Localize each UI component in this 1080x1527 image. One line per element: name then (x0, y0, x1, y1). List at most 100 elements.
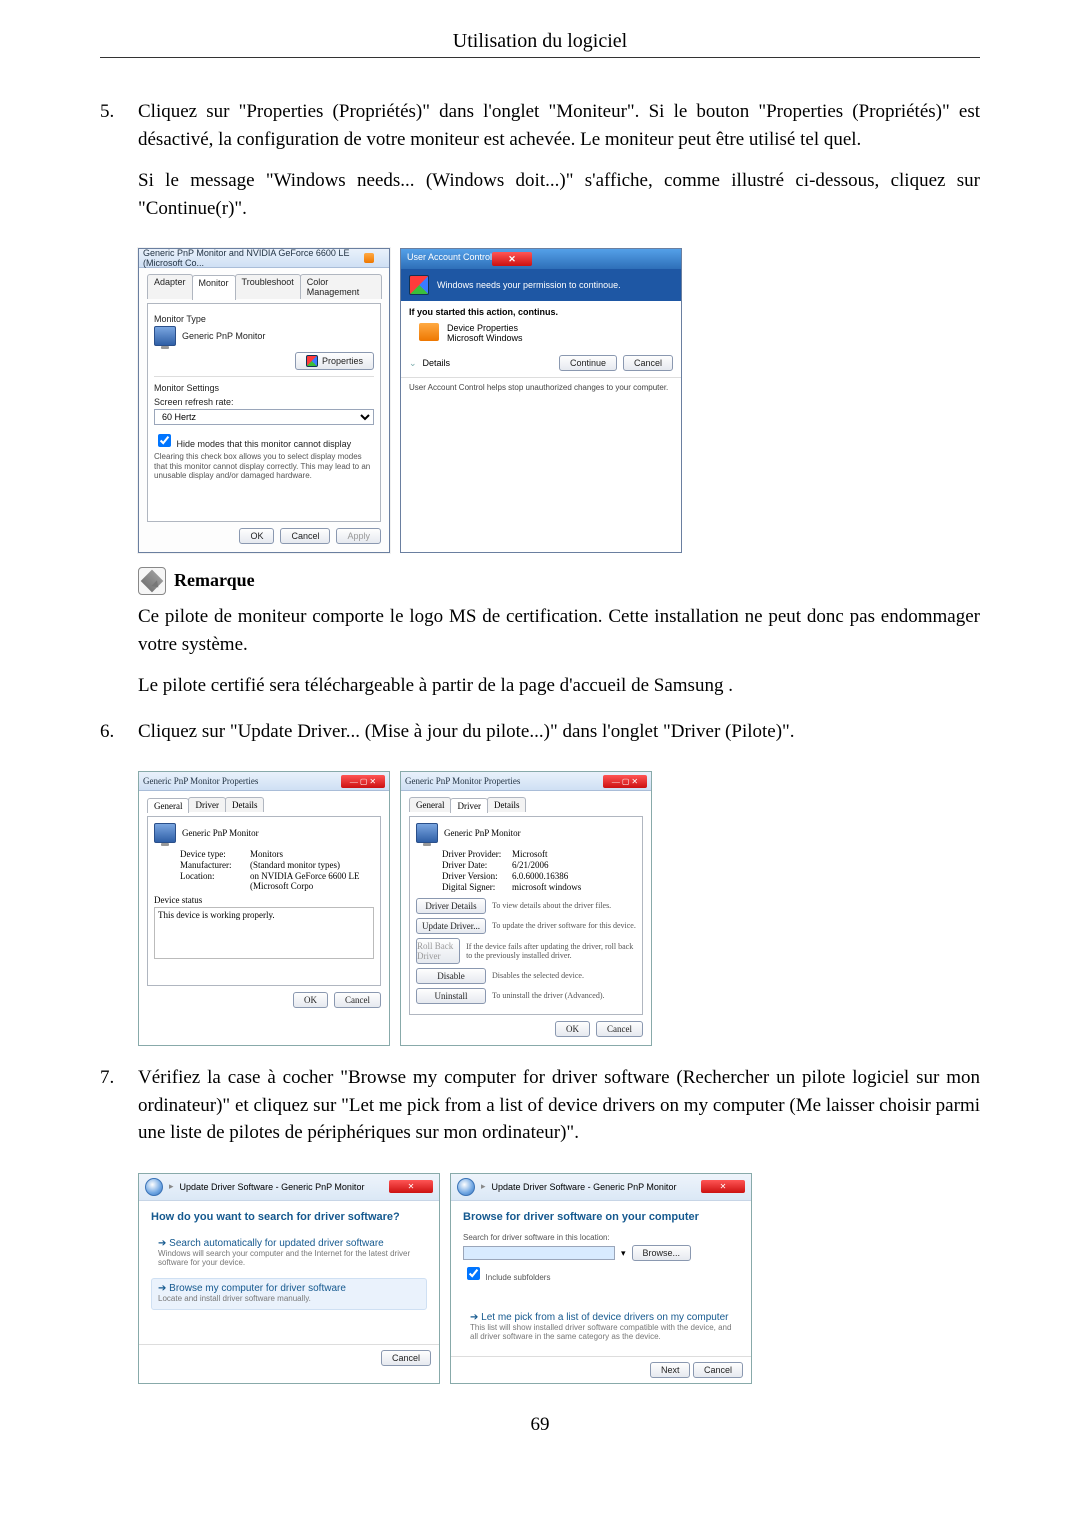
back-icon[interactable] (145, 1178, 163, 1196)
monitor-icon (154, 326, 176, 346)
option-browse-computer[interactable]: ➔ Browse my computer for driver software… (151, 1278, 427, 1310)
window-sys-icons[interactable]: — ▢ ✕ (603, 775, 647, 788)
uac-titlebar: User Account Control ✕ (401, 249, 681, 269)
close-icon[interactable]: ✕ (492, 252, 532, 266)
roll-back-button[interactable]: Roll Back Driver (416, 938, 460, 964)
driver-date-value: 6/21/2006 (512, 860, 636, 870)
tab-troubleshoot[interactable]: Troubleshoot (235, 274, 301, 299)
option1-desc: Windows will search your computer and th… (158, 1249, 420, 1267)
list-number-6: 6. (100, 718, 138, 760)
note-p2: Le pilote certifié sera téléchargeable à… (138, 672, 980, 700)
driver-version-value: 6.0.6000.16386 (512, 871, 636, 881)
wizard-heading: Browse for driver software on your compu… (463, 1211, 739, 1223)
dialog-monitor-properties: Generic PnP Monitor and NVIDIA GeForce 6… (138, 248, 390, 553)
driver-version-label: Driver Version: (442, 871, 512, 881)
uninstall-button[interactable]: Uninstall (416, 988, 486, 1004)
devtype-label: Device type: (180, 849, 250, 859)
divider (100, 57, 980, 58)
hide-modes-checkbox[interactable] (158, 434, 171, 447)
digital-signer-label: Digital Signer: (442, 882, 512, 892)
cancel-button[interactable]: Cancel (623, 355, 673, 371)
dialog-title-text: Generic PnP Monitor Properties (143, 776, 337, 786)
note-icon (138, 567, 166, 595)
tab-details[interactable]: Details (225, 797, 265, 812)
properties-button[interactable]: Properties (295, 352, 374, 370)
uac-started: If you started this action, continus. (409, 307, 673, 317)
monitor-icon (154, 823, 176, 843)
tab-details[interactable]: Details (487, 797, 527, 812)
item5-content: Cliquez sur "Properties (Propriétés)" da… (138, 98, 980, 236)
pick-option-desc: This list will show installed driver sof… (470, 1323, 732, 1341)
provider-value: Microsoft (512, 849, 636, 859)
breadcrumb: Update Driver Software - Generic PnP Mon… (180, 1182, 365, 1192)
location-label: Location: (180, 871, 250, 891)
ok-button[interactable]: OK (239, 528, 274, 544)
include-subfolders-label: Include subfolders (486, 1273, 551, 1282)
close-icon[interactable]: ✕ (389, 1180, 433, 1193)
next-button[interactable]: Next (650, 1362, 691, 1378)
dialog-update-driver-wizard-2: ▸ Update Driver Software - Generic PnP M… (450, 1173, 752, 1385)
driver-details-button[interactable]: Driver Details (416, 898, 486, 914)
window-sys-icons[interactable] (355, 251, 385, 265)
provider-label: Driver Provider: (442, 849, 512, 859)
ok-button[interactable]: OK (555, 1021, 590, 1037)
item5-p1: Cliquez sur "Properties (Propriétés)" da… (138, 98, 980, 153)
hide-modes-label: Hide modes that this monitor cannot disp… (177, 439, 352, 449)
continue-button[interactable]: Continue (559, 355, 617, 371)
item7-p1: Vérifiez la case à cocher "Browse my com… (138, 1064, 980, 1147)
chevron-down-icon[interactable]: ⌄ (409, 358, 417, 369)
shield-icon (409, 275, 429, 295)
apply-button[interactable]: Apply (336, 528, 381, 544)
disable-button[interactable]: Disable (416, 968, 486, 984)
app-icon (419, 323, 439, 341)
uninstall-desc: To uninstall the driver (Advanced). (492, 991, 605, 1001)
tab-monitor[interactable]: Monitor (192, 275, 236, 300)
device-status-label: Device status (154, 895, 374, 905)
tab-color-management[interactable]: Color Management (300, 274, 382, 299)
back-icon[interactable] (457, 1178, 475, 1196)
driver-details-desc: To view details about the driver files. (492, 901, 611, 911)
cancel-button[interactable]: Cancel (693, 1362, 743, 1378)
update-driver-button[interactable]: Update Driver... (416, 918, 486, 934)
cancel-button[interactable]: Cancel (596, 1021, 643, 1037)
dialog-title-text: Generic PnP Monitor and NVIDIA GeForce 6… (143, 248, 351, 268)
dialog-uac: User Account Control ✕ Windows needs you… (400, 248, 682, 553)
uac-headline: Windows needs your permission to contino… (437, 280, 621, 290)
list-number-7: 7. (100, 1064, 138, 1161)
option-pick-from-list[interactable]: ➔ Let me pick from a list of device driv… (463, 1307, 739, 1348)
cancel-button[interactable]: Cancel (381, 1350, 431, 1366)
dialog-titlebar: Generic PnP Monitor and NVIDIA GeForce 6… (139, 249, 389, 268)
location-value: on NVIDIA GeForce 6600 LE (Microsoft Cor… (250, 871, 374, 891)
tab-general[interactable]: General (409, 797, 451, 812)
search-location-label: Search for driver software in this locat… (463, 1233, 739, 1243)
close-icon[interactable]: ✕ (701, 1180, 745, 1193)
ok-button[interactable]: OK (293, 992, 328, 1008)
list-number-5: 5. (100, 98, 138, 236)
tab-driver[interactable]: Driver (188, 797, 226, 812)
breadcrumb-icon: ▸ (481, 1181, 486, 1192)
tab-adapter[interactable]: Adapter (147, 274, 193, 299)
monitor-type-label: Monitor Type (154, 314, 374, 324)
option-search-automatically[interactable]: ➔ Search automatically for updated drive… (151, 1233, 427, 1274)
option2-title: Browse my computer for driver software (169, 1283, 346, 1294)
cancel-button[interactable]: Cancel (334, 992, 381, 1008)
cancel-button[interactable]: Cancel (280, 528, 330, 544)
manufacturer-label: Manufacturer: (180, 860, 250, 870)
refresh-rate-select[interactable]: 60 Hertz (154, 409, 374, 425)
option2-desc: Locate and install driver software manua… (158, 1294, 420, 1303)
uac-footer: User Account Control helps stop unauthor… (401, 377, 681, 397)
path-field[interactable] (463, 1246, 615, 1260)
dialog-device-properties-driver: Generic PnP Monitor Properties — ▢ ✕ Gen… (400, 771, 652, 1046)
device-status-box: This device is working properly. (154, 907, 374, 959)
roll-back-desc: If the device fails after updating the d… (466, 942, 636, 961)
tab-general[interactable]: General (147, 798, 189, 813)
digital-signer-value: microsoft windows (512, 882, 636, 892)
uac-details[interactable]: Details (423, 358, 553, 368)
browse-button[interactable]: Browse... (632, 1245, 692, 1261)
monitor-icon (416, 823, 438, 843)
tab-driver[interactable]: Driver (450, 798, 488, 813)
include-subfolders-checkbox[interactable] (467, 1267, 480, 1280)
disable-desc: Disables the selected device. (492, 971, 584, 981)
uac-app: Device Properties (447, 323, 523, 333)
window-sys-icons[interactable]: — ▢ ✕ (341, 775, 385, 788)
